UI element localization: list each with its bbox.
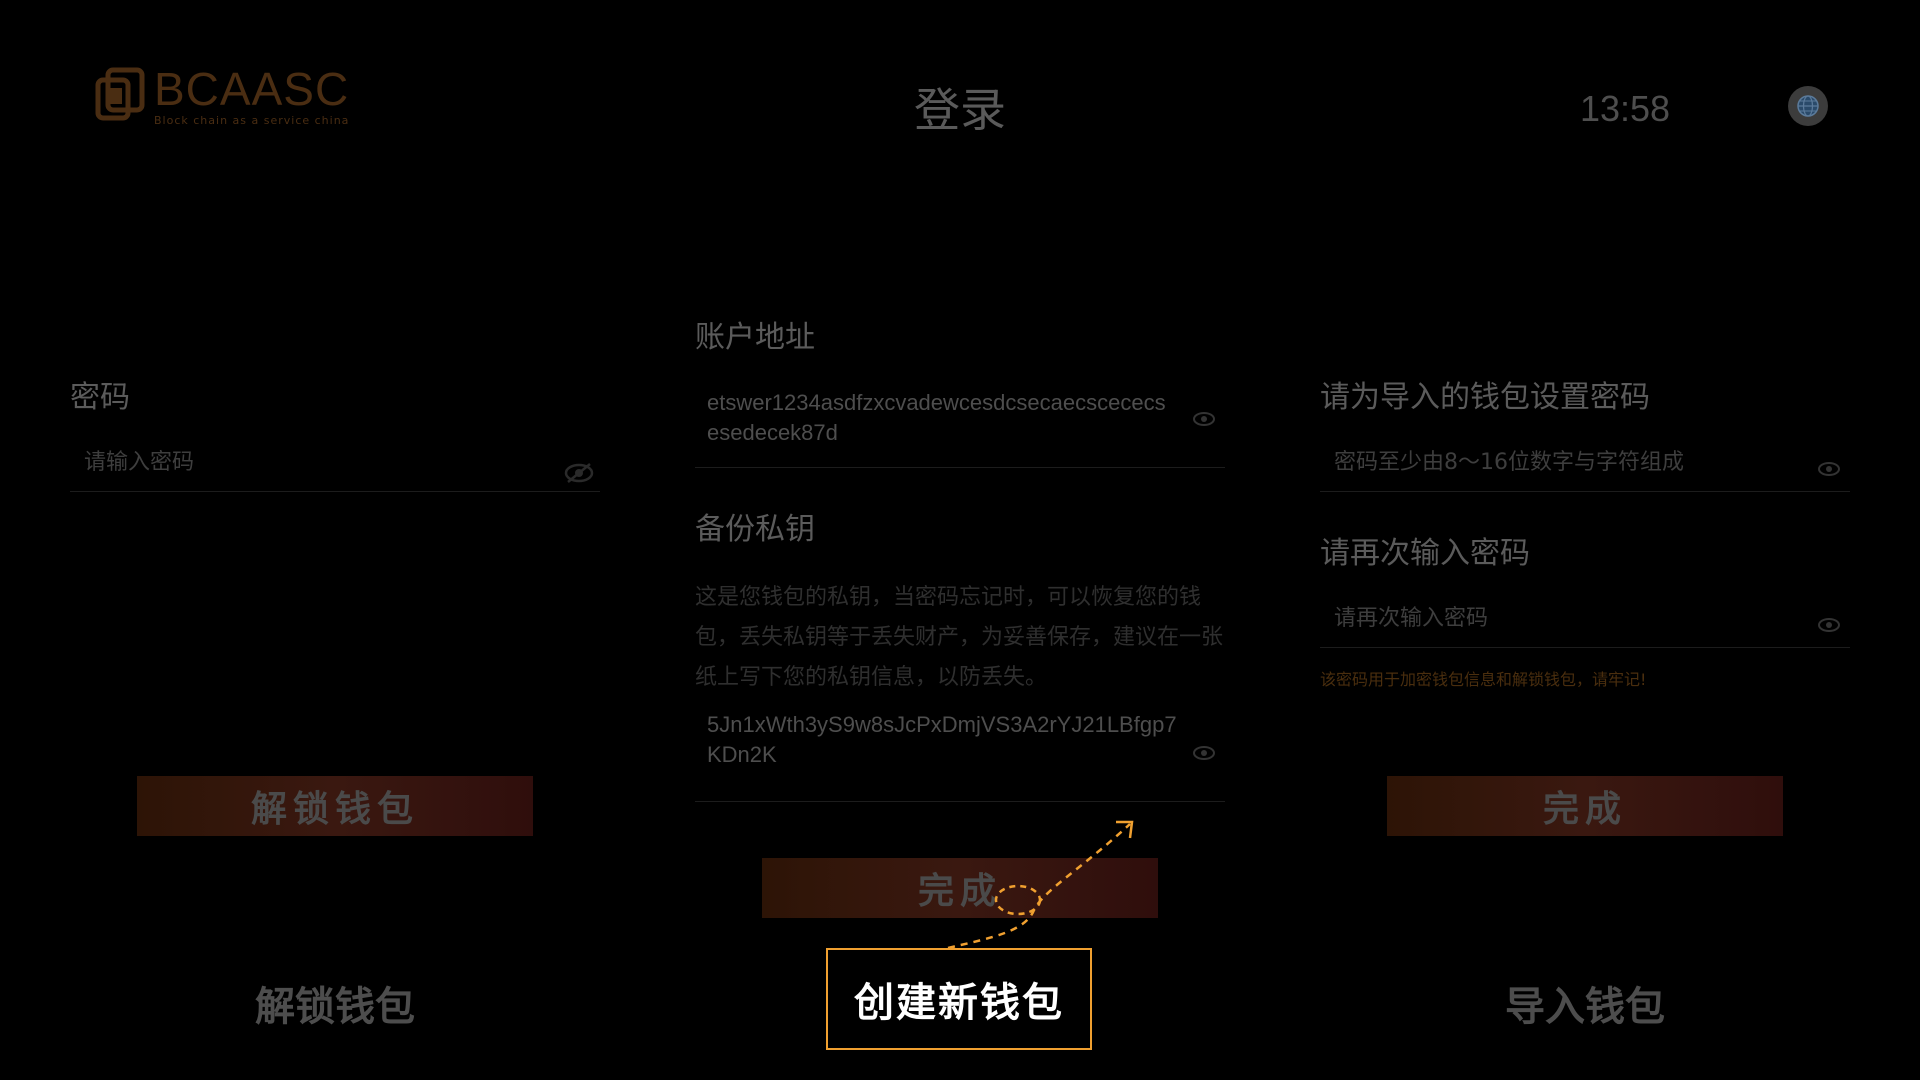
- password-label: 密码: [70, 380, 130, 415]
- field-underline: [695, 467, 1225, 468]
- field-underline: [1320, 647, 1850, 648]
- logo-mark-icon: [94, 66, 146, 124]
- account-address-field[interactable]: etswer1234asdfzxcvadewcesdcsecaecscececs…: [695, 380, 1225, 468]
- field-underline: [1320, 491, 1850, 492]
- field-underline: [70, 491, 600, 492]
- field-underline: [695, 801, 1225, 802]
- import-password-placeholder: 密码至少由8～16位数字与字符组成: [1334, 450, 1684, 475]
- logo-tagline: Block chain as a service china: [154, 114, 350, 127]
- tab-create-wallet[interactable]: 创建新钱包: [826, 948, 1092, 1050]
- clock: 13:58: [1579, 88, 1671, 129]
- backup-key-description: 这是您钱包的私钥，当密码忘记时，可以恢复您的钱包，丢失私钥等于丢失财产，为妥善保…: [695, 585, 1224, 690]
- account-address-value: etswer1234asdfzxcvadewcesdcsecaecscececs…: [707, 390, 1166, 445]
- import-done-button[interactable]: 完成: [1387, 776, 1783, 836]
- import-password-field[interactable]: 密码至少由8～16位数字与字符组成: [1320, 436, 1850, 492]
- globe-icon[interactable]: [1788, 86, 1828, 126]
- eye-hidden-icon[interactable]: [564, 462, 594, 484]
- private-key-field[interactable]: 5Jn1xWth3yS9w8sJcPxDmjVS3A2rYJ21LBfgp7KD…: [695, 702, 1225, 802]
- app-logo: BCAASC Block chain as a service china: [94, 66, 349, 127]
- hint-arrow-icon: [947, 820, 1134, 950]
- eye-icon[interactable]: [1193, 412, 1215, 426]
- eye-icon[interactable]: [1193, 746, 1215, 760]
- account-address-label: 账户地址: [695, 320, 815, 355]
- confirm-password-label: 请再次输入密码: [1320, 536, 1530, 571]
- eye-icon[interactable]: [1818, 462, 1840, 476]
- page-title: 登录: [914, 83, 1006, 137]
- password-warning: 该密码用于加密钱包信息和解锁钱包，请牢记!: [1320, 670, 1647, 689]
- unlock-wallet-button[interactable]: 解锁钱包: [137, 776, 533, 836]
- backup-key-label: 备份私钥: [695, 512, 815, 547]
- confirm-password-placeholder: 请再次输入密码: [1334, 606, 1489, 631]
- eye-icon[interactable]: [1818, 618, 1840, 632]
- unlock-password-field[interactable]: 请输入密码: [70, 436, 600, 492]
- tab-import-wallet[interactable]: 导入钱包: [1450, 974, 1720, 1032]
- tab-unlock-wallet[interactable]: 解锁钱包: [200, 974, 470, 1032]
- private-key-value: 5Jn1xWth3yS9w8sJcPxDmjVS3A2rYJ21LBfgp7KD…: [707, 712, 1177, 767]
- logo-name: BCAASC: [154, 63, 350, 115]
- set-password-label: 请为导入的钱包设置密码: [1320, 380, 1650, 415]
- unlock-password-placeholder: 请输入密码: [84, 450, 195, 475]
- confirm-password-field[interactable]: 请再次输入密码: [1320, 592, 1850, 648]
